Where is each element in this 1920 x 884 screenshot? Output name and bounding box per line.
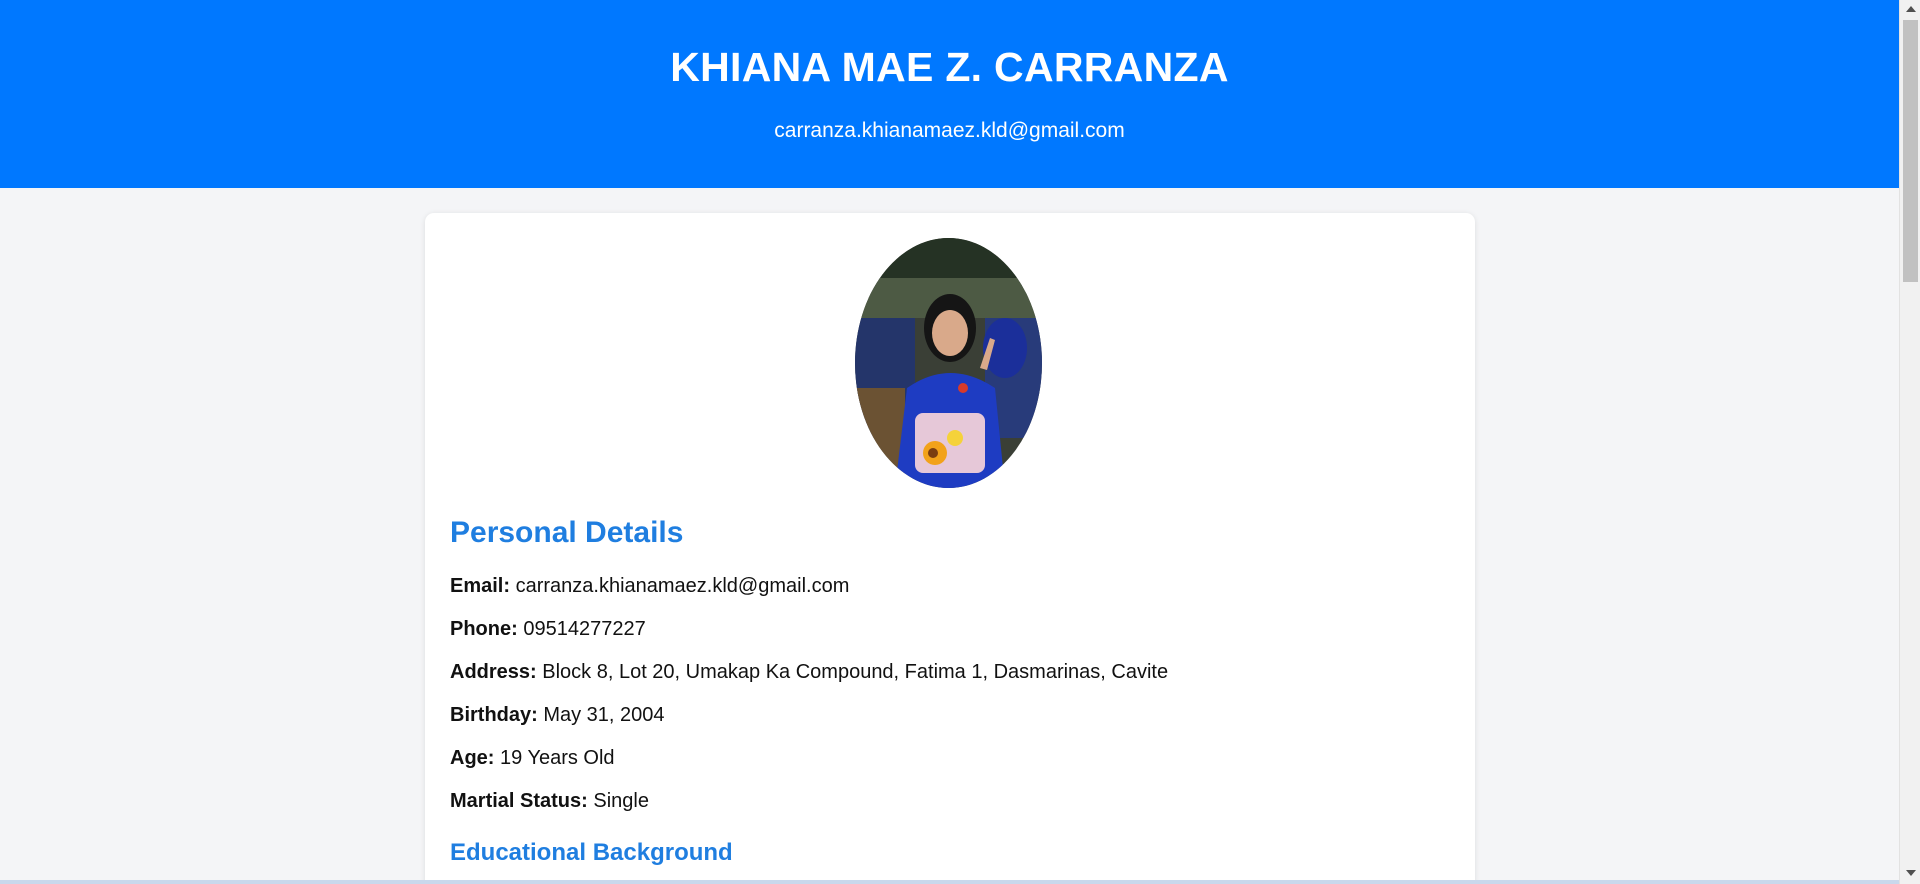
- detail-label: Age:: [450, 747, 500, 769]
- scroll-up-arrow-icon[interactable]: [1906, 6, 1916, 12]
- vertical-scrollbar[interactable]: [1899, 0, 1920, 884]
- page-header: KHIANA MAE Z. CARRANZA carranza.khianama…: [0, 0, 1899, 188]
- detail-value: Block 8, Lot 20, Umakap Ka Compound, Fat…: [542, 661, 1169, 683]
- page-title: KHIANA MAE Z. CARRANZA: [670, 44, 1229, 90]
- detail-value: 19 Years Old: [500, 747, 615, 769]
- section-title-educational-background: Educational Background: [450, 839, 733, 866]
- detail-label: Phone:: [450, 618, 524, 640]
- detail-age: Age: 19 Years Old: [450, 747, 615, 770]
- profile-photo: [855, 238, 1042, 488]
- header-email: carranza.khianamaez.kld@gmail.com: [774, 119, 1125, 142]
- section-title-personal-details: Personal Details: [450, 516, 684, 549]
- detail-label: Email:: [450, 575, 516, 597]
- detail-label: Martial Status:: [450, 790, 594, 812]
- detail-email: Email: carranza.khianamaez.kld@gmail.com: [450, 575, 849, 598]
- scrollbar-thumb[interactable]: [1903, 20, 1918, 282]
- detail-birthday: Birthday: May 31, 2004: [450, 704, 665, 727]
- detail-address: Address: Block 8, Lot 20, Umakap Ka Comp…: [450, 661, 1168, 684]
- graduation-photo-image: [855, 238, 1042, 488]
- resume-card: Personal Details Educational Background: [425, 213, 1475, 884]
- detail-value: May 31, 2004: [543, 704, 665, 726]
- window-bottom-edge: [0, 880, 1899, 884]
- detail-value: Single: [593, 790, 649, 812]
- detail-label: Address:: [450, 661, 543, 683]
- detail-phone: Phone: 09514277227: [450, 618, 646, 641]
- scroll-down-arrow-icon[interactable]: [1906, 870, 1916, 876]
- detail-value: carranza.khianamaez.kld@gmail.com: [515, 575, 850, 597]
- detail-value: 09514277227: [523, 618, 646, 640]
- detail-label: Birthday:: [450, 704, 544, 726]
- detail-marital-status: Martial Status: Single: [450, 790, 649, 813]
